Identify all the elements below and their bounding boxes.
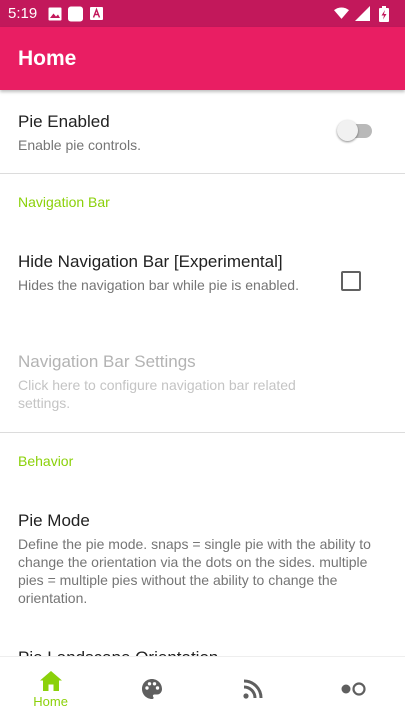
pie-landscape-orientation-pref[interactable]: Pie Landscape Orientation (0, 647, 405, 656)
status-time: 5:19 (8, 5, 38, 22)
status-right-icons (334, 5, 397, 22)
screen: 5:19 Home Pie Enabled Enable pie control… (0, 0, 405, 721)
pie-mode-title: Pie Mode (18, 511, 90, 530)
pie-mode-pref[interactable]: Pie Mode Define the pie mode. snaps = si… (0, 510, 405, 607)
bottom-navigation: Home (0, 656, 405, 721)
divider (0, 173, 405, 174)
status-bar: 5:19 (0, 0, 405, 27)
page-title: Home (18, 46, 77, 70)
signal-icon (355, 6, 370, 21)
pie-enabled-summary: Enable pie controls. (18, 137, 141, 153)
home-icon (39, 670, 63, 692)
nav-item-more[interactable] (304, 657, 405, 721)
pie-mode-summary: Define the pie mode. snaps = single pie … (18, 536, 371, 606)
hide-nav-bar-title: Hide Navigation Bar [Experimental] (18, 252, 283, 271)
nav-bar-settings-title: Navigation Bar Settings (18, 352, 196, 371)
pie-landscape-orientation-title: Pie Landscape Orientation (18, 647, 335, 656)
font-icon (89, 6, 104, 21)
palette-icon (141, 678, 163, 700)
nav-label-home: Home (33, 693, 68, 709)
divider (0, 432, 405, 433)
nav-item-theme[interactable] (101, 657, 202, 721)
wifi-icon (334, 6, 349, 21)
pie-enabled-switch[interactable] (337, 119, 375, 143)
rss-icon (243, 679, 263, 699)
hide-nav-bar-checkbox[interactable] (341, 271, 361, 291)
toggle-dots-icon (340, 681, 368, 697)
hide-nav-bar-summary: Hides the navigation bar while pie is en… (18, 277, 299, 293)
nav-bar-settings-pref: Navigation Bar Settings Click here to co… (0, 351, 405, 412)
nav-bar-settings-summary: Click here to configure navigation bar r… (18, 377, 296, 411)
category-behavior: Behavior (18, 453, 74, 469)
preferences-list[interactable]: Pie Enabled Enable pie controls. Navigat… (0, 90, 405, 656)
category-navigation-bar: Navigation Bar (18, 194, 110, 210)
pie-enabled-title: Pie Enabled (18, 112, 110, 131)
image-icon (47, 6, 62, 21)
square-icon (68, 6, 84, 21)
app-bar: Home (0, 27, 405, 90)
switch-thumb (337, 120, 358, 141)
battery-charging-icon (376, 5, 391, 22)
nav-item-feed[interactable] (203, 657, 304, 721)
nav-item-home[interactable]: Home (0, 657, 101, 721)
